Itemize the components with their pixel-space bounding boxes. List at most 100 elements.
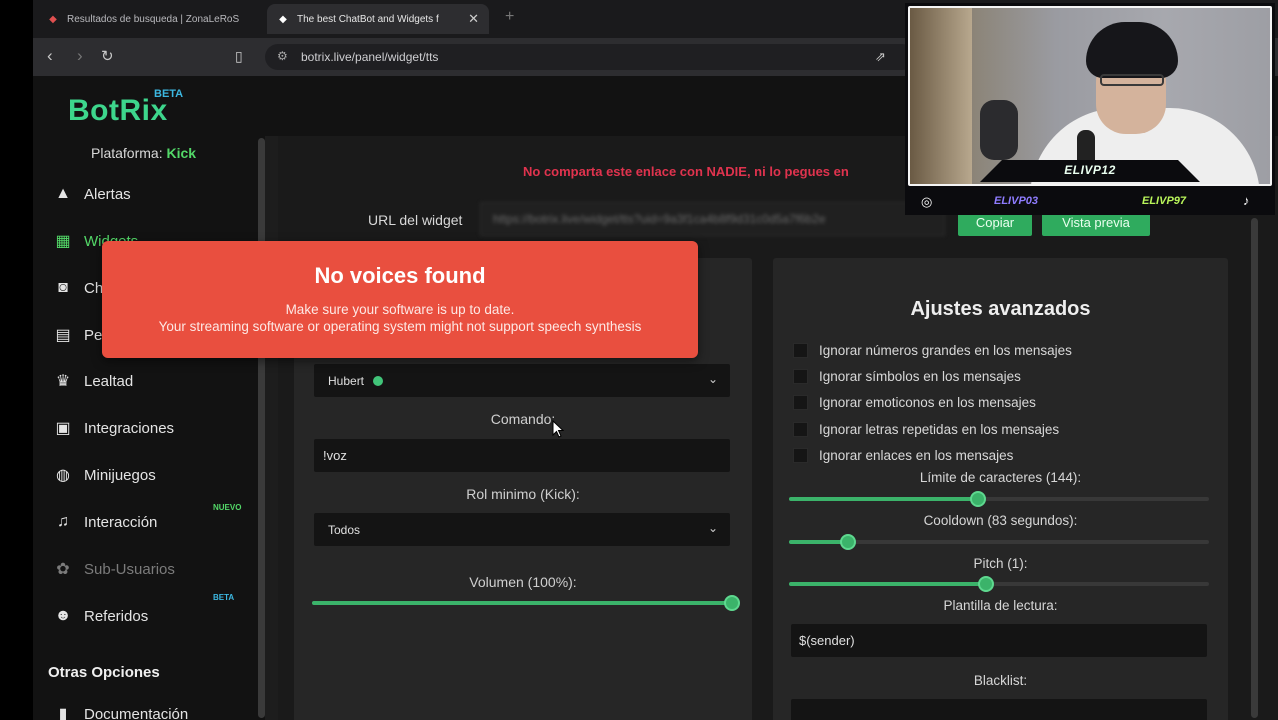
- main-scrollbar[interactable]: [1251, 218, 1258, 718]
- slider-thumb[interactable]: [724, 595, 740, 611]
- bookmark-icon[interactable]: ▯: [235, 48, 243, 65]
- chat-icon: ▣: [55, 420, 71, 437]
- id-card-icon: ▤: [55, 327, 71, 344]
- ignore-option-checkbox[interactable]: Ignorar emoticonos en los mensajes: [793, 393, 1036, 411]
- template-input[interactable]: $(sender): [791, 624, 1207, 657]
- security-warning: No comparta este enlace con NADIE, ni lo…: [523, 164, 849, 179]
- reload-icon[interactable]: ↻: [101, 47, 114, 65]
- checkbox[interactable]: [793, 447, 808, 463]
- sidebar-item-documentacion[interactable]: ▮ Documentación: [53, 702, 253, 720]
- sidebar-item-label: Lealtad: [84, 372, 134, 390]
- robot-icon: ◙: [58, 279, 68, 296]
- botrix-logo[interactable]: BotRix: [68, 94, 168, 128]
- sidebar-item-label: Alertas: [84, 185, 131, 203]
- cooldown-slider[interactable]: [789, 534, 1209, 550]
- checkbox[interactable]: [793, 342, 808, 358]
- webcam-feed: [908, 6, 1272, 186]
- sidebar-item-label: Referidos: [84, 607, 149, 625]
- sidebar-item-label: Integraciones: [84, 419, 175, 437]
- sidebar-item-minijuegos[interactable]: ◍ Minijuegos: [53, 463, 253, 487]
- chevron-down-icon: ⌄: [707, 521, 718, 535]
- forward-icon[interactable]: ›: [77, 46, 83, 66]
- instagram-icon: ◎: [921, 194, 933, 209]
- advanced-settings-title: Ajustes avanzados: [910, 298, 1091, 320]
- slider-thumb[interactable]: [970, 491, 986, 507]
- error-toast[interactable]: No voices found Make sure your software …: [102, 241, 698, 358]
- share-icon[interactable]: ⇗: [875, 49, 886, 65]
- sidebar-item-alertas[interactable]: ▲ Alertas: [53, 182, 253, 206]
- role-label: Rol minimo (Kick):: [466, 486, 580, 502]
- role-select[interactable]: Todos ⌄: [314, 513, 730, 546]
- main-panel: No comparta este enlace con NADIE, ni lo…: [278, 136, 1278, 720]
- blacklist-input[interactable]: [791, 699, 1207, 720]
- warning-icon: ▲: [55, 185, 71, 202]
- sidebar-item-label: Minijuegos: [84, 466, 156, 484]
- voice-status-dot: [373, 375, 384, 386]
- browser-tab-search[interactable]: ◆ Resultados de busqueda | ZonaLeRoS: [37, 4, 263, 34]
- users-icon: ✿: [56, 561, 70, 578]
- toast-title: No voices found: [314, 263, 486, 288]
- char-limit-label: Límite de caracteres (144):: [919, 470, 1082, 485]
- sidebar-item-label: Documentación: [84, 705, 189, 720]
- trophy-icon: ♛: [55, 373, 71, 390]
- checkbox-label: Ignorar letras repetidas en los mensajes: [819, 421, 1060, 437]
- slider-thumb[interactable]: [978, 576, 995, 592]
- social-handle-tiktok: ELIVP97: [1142, 195, 1187, 207]
- grid-icon: ▦: [55, 233, 71, 250]
- address-bar[interactable]: ⚙ botrix.live/panel/widget/tts: [265, 44, 915, 70]
- volume-slider[interactable]: [312, 595, 740, 611]
- document-icon: ▮: [58, 706, 68, 720]
- ignore-option-checkbox[interactable]: Ignorar enlaces en los mensajes: [793, 446, 1013, 464]
- toast-message-line-1: Make sure your software is up to date.: [285, 302, 515, 317]
- checkbox[interactable]: [793, 394, 808, 410]
- platform-value: Kick: [166, 145, 197, 161]
- pitch-label: Pitch (1):: [973, 556, 1028, 571]
- sidebar-item-label: Pe: [84, 326, 103, 344]
- tab-title: Resultados de busqueda | ZonaLeRoS: [67, 13, 240, 25]
- logo-beta-tag: BETA: [154, 88, 184, 100]
- ignore-option-checkbox[interactable]: Ignorar letras repetidas en los mensajes: [793, 420, 1059, 438]
- browser-tab-botrix[interactable]: ◆ The best ChatBot and Widgets f ✕: [267, 4, 489, 34]
- ignore-option-checkbox[interactable]: Ignorar números grandes en los mensajes: [793, 341, 1072, 359]
- sidebar-item-sub-usuarios[interactable]: ✿ Sub-Usuarios: [53, 557, 253, 581]
- widget-url-field[interactable]: https://botrix.live/widget/tts?uid=9a3f1…: [480, 202, 945, 236]
- back-icon[interactable]: ‹: [47, 46, 53, 66]
- address-url: botrix.live/panel/widget/tts: [301, 50, 439, 64]
- volume-label: Volumen (100%):: [469, 574, 577, 590]
- role-value: Todos: [328, 522, 361, 537]
- sidebar-item-label: Sub-Usuarios: [84, 560, 175, 578]
- chevron-down-icon: ⌄: [707, 372, 718, 386]
- music-icon: ♫: [57, 513, 69, 530]
- checkbox[interactable]: [793, 421, 808, 437]
- slider-thumb[interactable]: [839, 534, 856, 550]
- sidebar-item-lealtad[interactable]: ♛ Lealtad: [53, 369, 253, 393]
- checkbox[interactable]: [793, 368, 808, 384]
- checkbox-label: Ignorar símbolos en los mensajes: [819, 368, 1021, 384]
- command-label: Comando:: [490, 411, 556, 427]
- sidebar-item-label: Interacción: [84, 513, 158, 531]
- new-badge: NUEVO: [213, 503, 242, 512]
- command-input[interactable]: !voz: [314, 439, 730, 472]
- site-settings-icon[interactable]: ⚙: [277, 49, 288, 63]
- sidebar-item-referidos[interactable]: ☻ Referidos BETA: [53, 593, 253, 628]
- sidebar-item-label: Ch: [84, 279, 104, 297]
- sidebar-item-interaccion[interactable]: ♫ Interacción NUEVO: [53, 503, 253, 534]
- botrix-favicon-icon: ◆: [279, 13, 287, 25]
- pitch-slider[interactable]: [789, 576, 1209, 592]
- tab-title: The best ChatBot and Widgets f: [297, 13, 439, 25]
- webcam-name: ELIVP12: [1064, 163, 1116, 177]
- screen: ◆ Resultados de busqueda | ZonaLeRoS ◆ T…: [0, 0, 1278, 720]
- voice-value: Hubert: [328, 373, 365, 388]
- sidebar-item-integraciones[interactable]: ▣ Integraciones: [53, 416, 253, 440]
- new-tab-button[interactable]: +: [505, 8, 514, 26]
- people-icon: ☻: [54, 607, 72, 624]
- other-options-heading: Otras Opciones: [48, 664, 160, 681]
- voice-select[interactable]: Hubert ⌄: [314, 364, 730, 397]
- social-handle-instagram: ELIVP03: [994, 195, 1039, 207]
- beta-badge: BETA: [213, 593, 235, 602]
- ignore-option-checkbox[interactable]: Ignorar símbolos en los mensajes: [793, 367, 1021, 385]
- close-tab-icon[interactable]: ✕: [468, 11, 479, 27]
- sidebar-scrollbar[interactable]: [258, 138, 265, 718]
- char-limit-slider[interactable]: [789, 491, 1209, 507]
- advanced-settings-card: Ajustes avanzados Ignorar números grande…: [773, 258, 1228, 720]
